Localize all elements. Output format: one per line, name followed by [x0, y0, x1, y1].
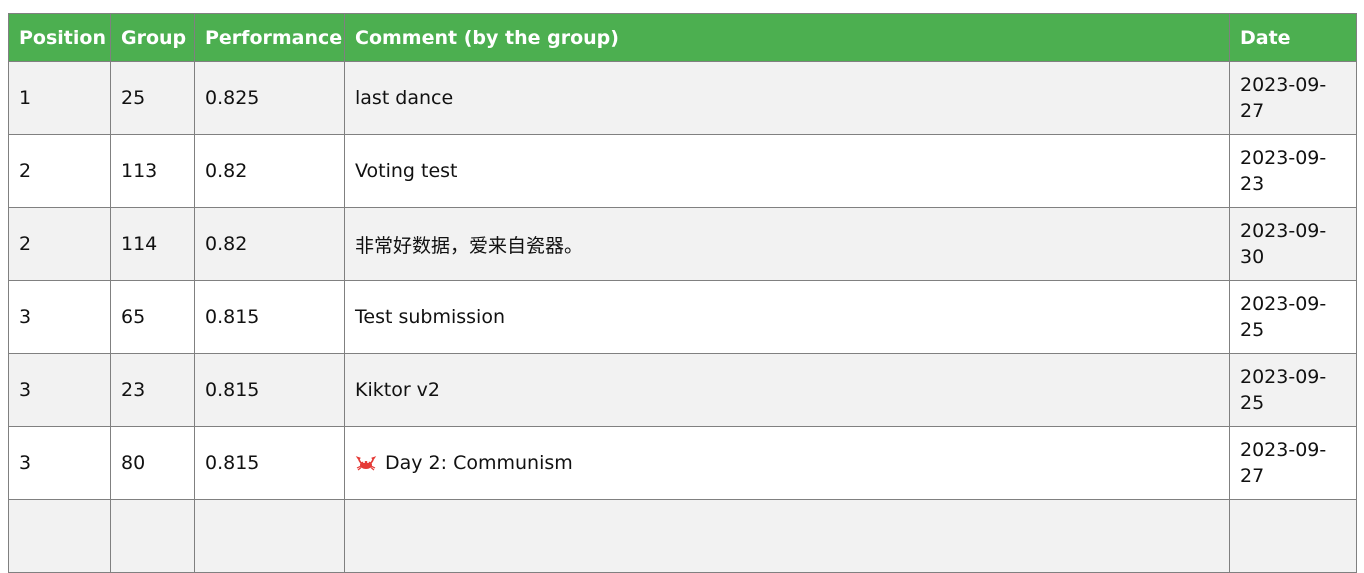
cell-position: 3 [8, 353, 111, 427]
cell-date: 2023-09- 27 [1229, 426, 1357, 500]
date-part: 2023-09- [1240, 366, 1327, 388]
cell-performance: 0.82 [194, 207, 345, 281]
cell-comment: Kiktor v2 [344, 353, 1230, 427]
date-part: 2023-09- [1240, 439, 1327, 461]
header-group: Group [110, 13, 195, 62]
date-part: 27 [1240, 100, 1265, 122]
cell-date: 2023-09- 27 [1229, 61, 1357, 135]
date-part: 30 [1240, 246, 1265, 268]
cell-date: 2023-09- 30 [1229, 207, 1357, 281]
header-date: Date [1229, 13, 1357, 62]
header-row: Position Group Performance Comment (by t… [8, 13, 1357, 62]
date-part: 23 [1240, 173, 1265, 195]
table-row: 1 25 0.825 last dance 2023-09- 27 [8, 61, 1357, 135]
cell-date: 2023-09- 25 [1229, 353, 1357, 427]
date-part: 27 [1240, 465, 1265, 487]
cell-comment: last dance [344, 61, 1230, 135]
crab-icon [355, 454, 377, 471]
leaderboard-table: Position Group Performance Comment (by t… [8, 13, 1357, 573]
date-part: 2023-09- [1240, 147, 1327, 169]
date-part: 2023-09- [1240, 74, 1327, 96]
cell-group: 113 [110, 134, 195, 208]
cell-performance: 0.815 [194, 280, 345, 354]
comment-text: Day 2: Communism [385, 452, 573, 474]
header-position: Position [8, 13, 111, 62]
table-row [8, 499, 1357, 573]
date-part: 2023-09- [1240, 293, 1327, 315]
cell-group: 25 [110, 61, 195, 135]
cell-performance: 0.82 [194, 134, 345, 208]
cell-date: 2023-09- 25 [1229, 280, 1357, 354]
leaderboard-container: Position Group Performance Comment (by t… [8, 13, 1357, 573]
header-comment: Comment (by the group) [344, 13, 1230, 62]
cell-comment: Voting test [344, 134, 1230, 208]
date-part: 2023-09- [1240, 220, 1327, 242]
cell-position: 3 [8, 426, 111, 500]
cell-position: 2 [8, 207, 111, 281]
cell-date: 2023-09- 23 [1229, 134, 1357, 208]
cell-performance: 0.815 [194, 426, 345, 500]
header-performance: Performance [194, 13, 345, 62]
table-row: 3 23 0.815 Kiktor v2 2023-09- 25 [8, 353, 1357, 427]
cell-group: 114 [110, 207, 195, 281]
cell-group: 23 [110, 353, 195, 427]
cell-comment: Day 2: Communism [344, 426, 1230, 500]
table-row: 2 113 0.82 Voting test 2023-09- 23 [8, 134, 1357, 208]
table-row: 3 65 0.815 Test submission 2023-09- 25 [8, 280, 1357, 354]
cell-performance: 0.825 [194, 61, 345, 135]
table-row: 3 80 0.815 Day 2: Communism 2023-09- 27 [8, 426, 1357, 500]
table-row: 2 114 0.82 非常好数据，爱来自瓷器。 2023-09- 30 [8, 207, 1357, 281]
cell-position: 2 [8, 134, 111, 208]
cell-group: 65 [110, 280, 195, 354]
cell-position: 1 [8, 61, 111, 135]
cell-performance: 0.815 [194, 353, 345, 427]
cell-comment: 非常好数据，爱来自瓷器。 [344, 207, 1230, 281]
date-part: 25 [1240, 392, 1265, 414]
cell-position: 3 [8, 280, 111, 354]
date-part: 25 [1240, 319, 1265, 341]
cell-group: 80 [110, 426, 195, 500]
cell-comment: Test submission [344, 280, 1230, 354]
